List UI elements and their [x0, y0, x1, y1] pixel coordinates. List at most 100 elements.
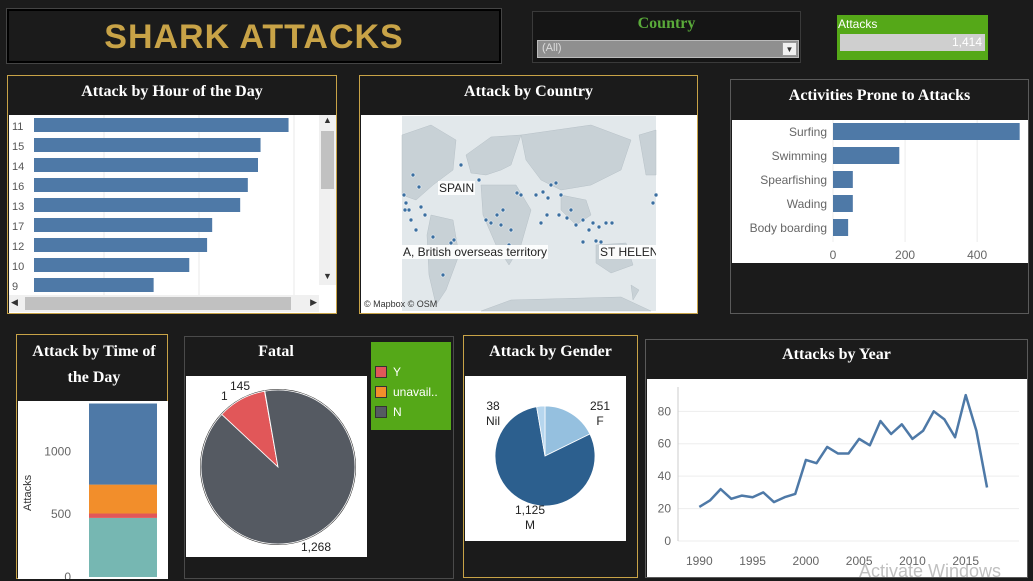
map-area[interactable]: SPAIN A, British overseas territory ST H…: [361, 115, 697, 313]
activities-tick-label: Surfing: [789, 125, 827, 139]
country-filter: Country (All) ▼: [532, 11, 801, 63]
time-of-day-y-tick: 0: [64, 570, 71, 579]
time-of-day-segment: [89, 513, 157, 518]
gender-chart-area: 251 F 1,125 M 38 Nil: [465, 376, 626, 541]
activities-panel-title: Activities Prone to Attacks: [788, 87, 971, 104]
year-chart-area: 0 20 40 60 80 1990 1995 2000 2005 2010 2015 Activa…: [647, 379, 1027, 581]
vertical-scroll-thumb[interactable]: [321, 131, 334, 189]
activate-windows-watermark: Activate Windows: [859, 561, 1002, 581]
scroll-left-icon[interactable]: ◀: [11, 297, 18, 308]
activities-bar-chart: Surfing Swimming Spearfishing Wading Body bo…: [750, 120, 1020, 262]
fatal-data-label: 1: [221, 389, 228, 403]
gender-pie-chart: 251F 1,125M 38Nil: [486, 399, 610, 532]
activities-tick-label: Body boarding: [750, 221, 827, 235]
hour-bar: [34, 258, 190, 272]
horizontal-scrollbar[interactable]: ◀ ▶: [9, 295, 319, 312]
activities-bar: [833, 219, 849, 236]
activities-panel: Activities Prone to Attacks Surfing Swimm…: [730, 79, 1029, 314]
vertical-scrollbar[interactable]: ▲ ▼: [319, 115, 336, 285]
gender-panel-title: Attack by Gender: [489, 343, 612, 360]
legend-swatch: [375, 366, 387, 378]
fatal-chart-area: 145 1 1,268: [186, 376, 367, 557]
year-x-tick: 2000: [793, 554, 820, 568]
year-y-tick: 60: [658, 437, 672, 451]
world-map[interactable]: [361, 115, 697, 313]
activities-bar: [833, 171, 853, 188]
hour-bar: [34, 158, 258, 172]
activities-bar: [833, 123, 1020, 140]
hour-tick-label: 11: [12, 121, 23, 133]
map-panel-title: Attack by Country: [464, 83, 593, 100]
kpi-label: Attacks: [838, 17, 878, 31]
year-panel: Attacks by Year 0 20 40 60 80 1990 1995 2000 200…: [645, 339, 1028, 581]
legend-label: unavail..: [393, 385, 438, 399]
gender-value-label: 1,125: [515, 503, 545, 517]
year-line-series: [698, 393, 989, 509]
hour-bar: [34, 178, 248, 192]
legend-swatch: [375, 386, 387, 398]
hour-bar: [34, 238, 208, 252]
map-label-spain: SPAIN: [438, 181, 476, 195]
hour-bar: [34, 138, 261, 152]
year-x-tick: 1990: [686, 554, 713, 568]
kpi-value: 1,414: [951, 35, 982, 49]
hour-tick-label: 17: [12, 221, 24, 233]
time-of-day-segment: [89, 484, 157, 514]
scroll-down-icon[interactable]: ▼: [319, 271, 336, 285]
activities-tick-label: Wading: [787, 197, 827, 211]
hour-chart-area: 11 15 14 16 13 17 12 10 9 ▲ ▼ ◀ ▶: [9, 115, 336, 313]
legend-swatch: [375, 406, 387, 418]
gender-value-label: 251: [590, 399, 610, 413]
fatal-legend: Yunavail.. N: [371, 342, 451, 430]
scroll-up-icon[interactable]: ▲: [319, 115, 336, 129]
fatal-legend-item[interactable]: unavail..: [371, 382, 451, 402]
activities-bar: [833, 147, 900, 164]
page-title: SHARK ATTACKS: [104, 18, 404, 56]
chevron-down-icon[interactable]: ▼: [782, 42, 797, 56]
header-title-box: SHARK ATTACKS: [6, 8, 502, 64]
year-y-tick: 20: [658, 502, 672, 516]
gender-category-label: M: [525, 518, 535, 532]
fatal-data-label: 1,268: [301, 540, 331, 554]
time-of-day-y-tick: 500: [51, 507, 71, 521]
activities-x-tick: 200: [895, 248, 915, 262]
year-panel-title: Attacks by Year: [782, 346, 891, 363]
year-x-tick: 1995: [739, 554, 766, 568]
time-of-day-stacked-bar: Attacks 0 500 1000: [22, 403, 157, 579]
map-attribution[interactable]: © Mapbox © OSM: [364, 299, 437, 309]
time-of-day-panel: Attack by Time of the Day Attacks 0 500 100…: [16, 334, 168, 579]
time-of-day-segment: [89, 517, 157, 577]
fatal-panel: Fatal 145 1 1,268 Yunavail.. N: [184, 336, 454, 579]
hour-bar: [34, 118, 289, 132]
fatal-pie-chart: 1451 1,268: [200, 379, 356, 554]
time-of-day-y-tick: 1000: [44, 444, 71, 458]
hour-bar: [34, 218, 213, 232]
horizontal-scroll-thumb[interactable]: [25, 297, 291, 310]
activities-tick-label: Spearfishing: [760, 173, 827, 187]
country-select[interactable]: (All) ▼: [537, 40, 799, 58]
hour-bar-chart: 11 15 14 16 13 17 12 10 9: [12, 115, 295, 295]
gender-category-label: F: [596, 414, 603, 428]
attacks-kpi: Attacks 1,414: [837, 15, 988, 60]
hour-tick-label: 13: [12, 201, 24, 213]
year-line-chart: 0204060801990 1995 2000 2005 2010 2015: [658, 387, 1019, 568]
fatal-legend-item[interactable]: N: [371, 402, 451, 422]
fatal-legend-item[interactable]: Y: [371, 362, 451, 382]
hour-panel: Attack by Hour of the Day 11 15 14 16 13 17 12…: [7, 75, 337, 314]
country-map-panel: Attack by Country SPAIN A, British overs…: [359, 75, 698, 314]
time-of-day-chart-area: Attacks 0 500 1000: [18, 401, 168, 579]
hour-panel-title: Attack by Hour of the Day: [81, 83, 263, 100]
kpi-value-bar: 1,414: [840, 34, 985, 51]
scroll-right-icon[interactable]: ▶: [310, 297, 317, 308]
hour-bar: [34, 198, 241, 212]
time-of-day-y-label: Attacks: [22, 474, 34, 511]
map-label-st-helena: ST HELENA: [599, 245, 656, 259]
gender-panel: Attack by Gender 251 F 1,125 M 38 Nil: [463, 335, 638, 578]
hour-tick-label: 9: [12, 281, 18, 293]
hour-tick-label: 10: [12, 261, 24, 273]
activities-tick-label: Swimming: [772, 149, 827, 163]
year-y-tick: 40: [658, 469, 672, 483]
fatal-panel-title: Fatal: [258, 343, 294, 360]
legend-label: N: [393, 405, 402, 419]
activities-bar: [833, 195, 853, 212]
